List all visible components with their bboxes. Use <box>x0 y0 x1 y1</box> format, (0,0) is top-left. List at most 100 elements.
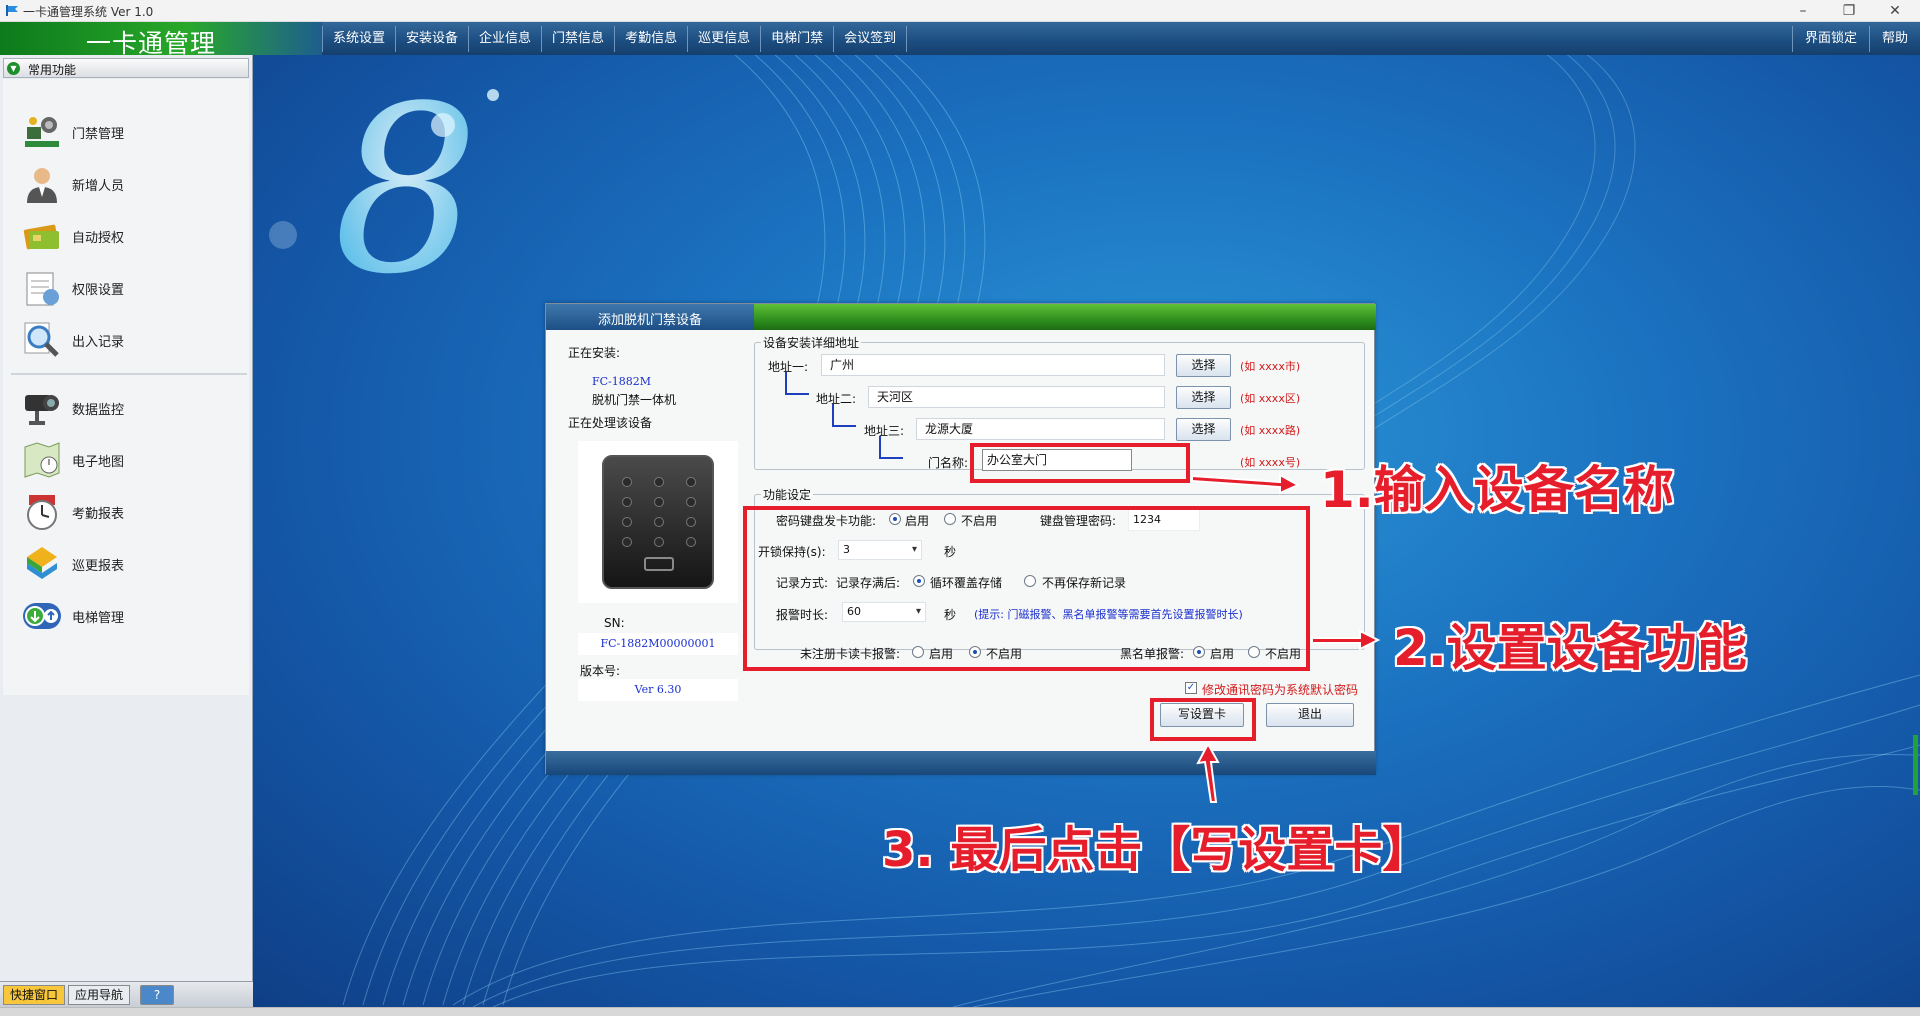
version-label: 版本号: <box>580 664 621 678</box>
device-image <box>578 441 738 603</box>
sidebar: ▼ 常用功能 门禁管理 新增人员 自动授权 权限设置 出入记录 数据监控 电子地… <box>0 55 253 1007</box>
sidebar-item-label: 数据监控 <box>72 403 125 418</box>
address2-label: 地址二: <box>816 392 857 406</box>
sidebar-item-attendance-report[interactable]: 考勤报表 <box>15 489 215 535</box>
tab-quick-window[interactable]: 快捷窗口 <box>3 985 66 1005</box>
main-menubar: 一卡通管理 系统设置 安装设备 企业信息 门禁信息 考勤信息 巡更信息 电梯门禁… <box>0 22 1920 58</box>
address2-select-button[interactable]: 选择 <box>1176 386 1231 409</box>
brand-banner: 一卡通管理 <box>0 22 322 58</box>
tree-line <box>832 404 834 426</box>
address1-input[interactable]: 广州 <box>821 354 1165 376</box>
door-name-label: 门名称: <box>928 456 969 470</box>
address-group-title: 设备安装详细地址 <box>761 334 862 351</box>
menu-lock-ui[interactable]: 界面锁定 <box>1791 26 1869 52</box>
access-control-icon <box>25 117 59 147</box>
magnifier-icon <box>24 322 59 357</box>
patrol-icon <box>27 547 57 579</box>
sidebar-item-patrol-report[interactable]: 巡更报表 <box>15 541 215 587</box>
app-flag-icon <box>6 5 18 16</box>
sidebar-item-label: 电梯管理 <box>72 611 125 626</box>
address2-input[interactable]: 天河区 <box>868 386 1165 408</box>
tree-line <box>832 425 856 427</box>
device-model-desc: 脱机门禁一体机 <box>592 393 677 407</box>
annotation-step1: 1.输入设备名称 <box>1320 461 1674 519</box>
sidebar-item-electronic-map[interactable]: 电子地图 <box>15 437 215 483</box>
default-pwd-checkbox-label: 修改通讯密码为系统默认密码 <box>1202 683 1359 697</box>
clock-icon <box>27 495 57 530</box>
menu-attendance-info[interactable]: 考勤信息 <box>614 26 687 52</box>
sidebar-item-access-records[interactable]: 出入记录 <box>15 317 215 363</box>
dialog-title-bar: 添加脱机门禁设备 <box>546 304 754 330</box>
address1-label: 地址一: <box>768 360 809 374</box>
address1-select-button[interactable]: 选择 <box>1176 354 1231 377</box>
sidebar-bottom-tabs: 快捷窗口 应用导航 ? <box>0 981 253 1007</box>
sidebar-item-add-person[interactable]: 新增人员 <box>15 161 215 207</box>
collapse-icon: ▼ <box>7 62 20 75</box>
installing-label: 正在安装: <box>568 346 621 360</box>
sidebar-item-auto-authorize[interactable]: 自动授权 <box>15 213 215 259</box>
help-icon[interactable]: ? <box>140 985 174 1005</box>
menu-elevator-access[interactable]: 电梯门禁 <box>760 26 833 52</box>
sidebar-divider <box>11 373 247 375</box>
function-group-title: 功能设定 <box>761 486 814 503</box>
person-icon <box>27 168 57 203</box>
address3-select-button[interactable]: 选择 <box>1176 418 1231 441</box>
dialog-footer <box>546 751 1376 775</box>
top-menu: 系统设置 安装设备 企业信息 门禁信息 考勤信息 巡更信息 电梯门禁 会议签到 <box>322 26 908 52</box>
sidebar-item-permission-settings[interactable]: 权限设置 <box>15 265 215 311</box>
sn-label: SN: <box>604 616 625 630</box>
tree-line <box>785 393 809 395</box>
menu-patrol-info[interactable]: 巡更信息 <box>687 26 760 52</box>
sidebar-item-data-monitor[interactable]: 数据监控 <box>15 385 215 431</box>
tree-line <box>879 457 903 459</box>
menu-help[interactable]: 帮助 <box>1868 26 1920 52</box>
sidebar-item-label: 考勤报表 <box>72 507 125 522</box>
maximize-button[interactable]: ❐ <box>1826 0 1872 22</box>
svg-text:8: 8 <box>333 58 479 325</box>
map-icon <box>24 442 60 478</box>
camera-icon <box>25 395 59 425</box>
device-model: FC-1882M <box>592 375 652 388</box>
sidebar-list: 门禁管理 新增人员 自动授权 权限设置 出入记录 数据监控 电子地图 考勤报表 … <box>3 79 249 695</box>
minimize-button[interactable]: – <box>1780 0 1826 22</box>
annotation-box-function <box>743 506 1310 671</box>
processing-label: 正在处理该设备 <box>568 416 653 430</box>
dialog-header-stripe <box>754 304 1376 330</box>
annotation-step3: 3. 最后点击【写设置卡】 <box>882 822 1431 878</box>
sidebar-item-elevator-management[interactable]: 电梯管理 <box>15 593 215 639</box>
menu-company-info[interactable]: 企业信息 <box>468 26 541 52</box>
elevator-icon <box>23 603 61 629</box>
sidebar-item-label: 自动授权 <box>72 231 125 246</box>
address2-hint: (如 xxxx区) <box>1240 392 1301 405</box>
card-icon <box>23 224 59 250</box>
sn-value: FC-1882M00000001 <box>578 633 738 655</box>
version-value: Ver 6.30 <box>578 679 738 701</box>
annotation-box-write-button <box>1150 698 1256 741</box>
menu-system-settings[interactable]: 系统设置 <box>322 26 395 52</box>
sidebar-item-label: 出入记录 <box>72 335 125 350</box>
default-pwd-checkbox[interactable]: ✓ <box>1185 682 1197 694</box>
sidebar-item-label: 门禁管理 <box>72 127 125 142</box>
exit-button[interactable]: 退出 <box>1266 703 1354 727</box>
sidebar-item-access-control[interactable]: 门禁管理 <box>15 109 215 155</box>
menu-meeting-signin[interactable]: 会议签到 <box>833 26 908 52</box>
door-name-hint: (如 xxxx号) <box>1240 456 1301 469</box>
address3-input[interactable]: 龙源大厦 <box>916 418 1165 440</box>
menu-install-device[interactable]: 安装设备 <box>395 26 468 52</box>
tree-line <box>785 372 787 394</box>
window-title: 一卡通管理系统 Ver 1.0 <box>23 5 154 19</box>
address1-hint: (如 xxxx市) <box>1240 360 1301 373</box>
keypad-device-icon <box>602 455 714 589</box>
close-button[interactable]: ✕ <box>1872 0 1918 22</box>
sidebar-section-header[interactable]: ▼ 常用功能 <box>3 58 249 78</box>
menu-access-info[interactable]: 门禁信息 <box>541 26 614 52</box>
tab-app-navigation[interactable]: 应用导航 <box>68 985 131 1005</box>
sidebar-item-label: 电子地图 <box>72 455 125 470</box>
status-bar <box>0 1007 1920 1016</box>
permission-icon <box>26 272 59 306</box>
sidebar-item-label: 权限设置 <box>72 283 125 298</box>
right-menu: 界面锁定 帮助 <box>1791 26 1920 52</box>
address3-hint: (如 xxxx路) <box>1240 424 1301 437</box>
window-titlebar: 一卡通管理系统 Ver 1.0 – ❐ ✕ <box>0 0 1920 22</box>
sidebar-item-label: 巡更报表 <box>72 559 125 574</box>
